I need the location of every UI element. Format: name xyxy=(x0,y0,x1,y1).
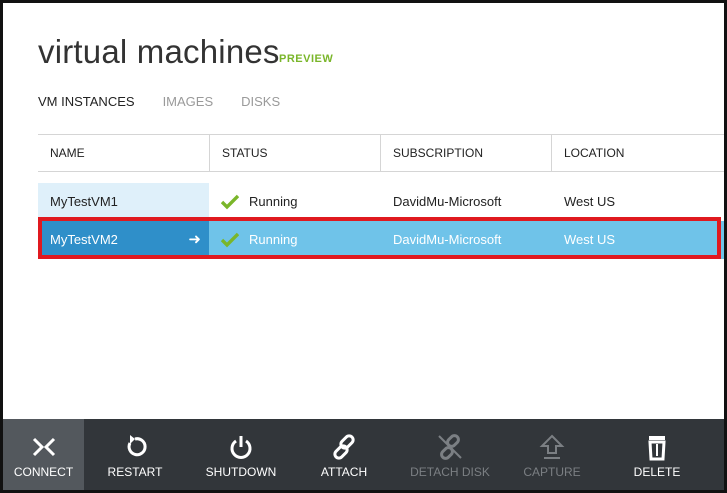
connect-icon xyxy=(32,437,55,457)
upload-icon xyxy=(539,434,565,459)
delete-button[interactable]: DELETE xyxy=(627,419,687,490)
tab-images[interactable]: IMAGES xyxy=(163,94,214,109)
column-header-status[interactable]: STATUS xyxy=(209,135,268,171)
column-header-location[interactable]: LOCATION xyxy=(551,135,624,171)
status-text: Running xyxy=(249,194,298,209)
connect-label: CONNECT xyxy=(13,465,74,479)
preview-badge: PREVIEW xyxy=(279,53,334,65)
detach-disk-label: DETACH DISK xyxy=(410,465,490,479)
trash-icon xyxy=(648,436,666,461)
vm-name: MyTestVM1 xyxy=(50,194,118,209)
tab-vm-instances[interactable]: VM INSTANCES xyxy=(38,94,135,109)
link-icon xyxy=(333,434,355,460)
attach-label: ATTACH xyxy=(320,465,368,479)
restart-icon xyxy=(127,435,147,457)
command-bar: CONNECT RESTART SHUTDOWN ATTACH DETACH D… xyxy=(3,419,724,490)
restart-button[interactable]: RESTART xyxy=(99,419,171,490)
location-cell: West US xyxy=(564,194,616,209)
column-header-name[interactable]: NAME xyxy=(50,135,85,171)
delete-label: DELETE xyxy=(633,465,681,479)
attach-button[interactable]: ATTACH xyxy=(313,419,375,490)
column-header-subscription[interactable]: SUBSCRIPTION xyxy=(380,135,483,171)
power-icon xyxy=(230,436,252,459)
table-header: NAME STATUS SUBSCRIPTION LOCATION xyxy=(38,134,724,172)
vm-name-cell[interactable]: MyTestVM1 xyxy=(38,183,209,221)
shutdown-button[interactable]: SHUTDOWN xyxy=(201,419,281,490)
capture-button[interactable]: CAPTURE xyxy=(521,419,583,490)
shutdown-label: SHUTDOWN xyxy=(205,465,277,479)
page-title: virtual machines xyxy=(38,33,280,70)
status-cell: Running xyxy=(209,183,380,221)
subscription-cell: DavidMu-Microsoft xyxy=(393,194,502,209)
selection-highlight-box xyxy=(38,217,721,259)
connect-button[interactable]: CONNECT xyxy=(3,419,84,490)
check-icon xyxy=(221,194,239,210)
tab-disks[interactable]: DISKS xyxy=(241,94,280,109)
capture-label: CAPTURE xyxy=(523,465,581,479)
restart-label: RESTART xyxy=(107,465,163,479)
detach-disk-button[interactable]: DETACH DISK xyxy=(405,419,495,490)
tab-bar: VM INSTANCES IMAGES DISKS xyxy=(38,94,308,109)
table-row[interactable]: MyTestVM1 Running DavidMu-Microsoft West… xyxy=(38,183,724,221)
broken-link-icon xyxy=(438,434,462,460)
portal-window: virtual machines PREVIEW VM INSTANCES IM… xyxy=(0,0,727,493)
